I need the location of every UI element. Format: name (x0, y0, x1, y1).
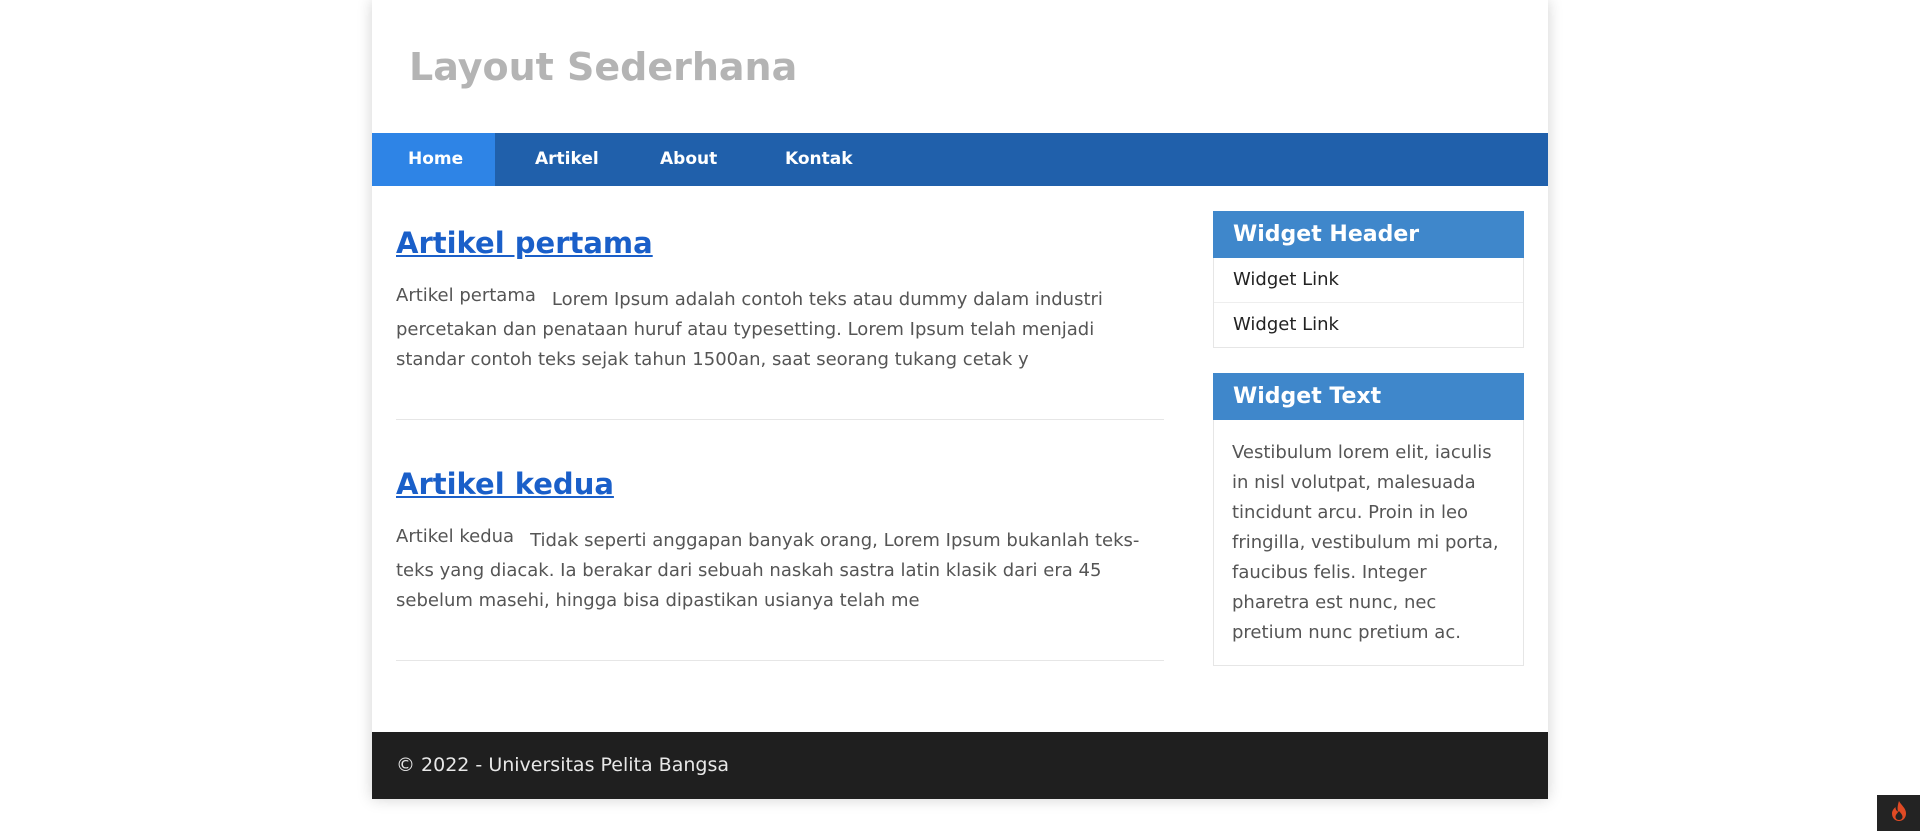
site-footer: © 2022 - Universitas Pelita Bangsa (372, 732, 1548, 799)
article-title: Artikel pertama (396, 225, 653, 261)
page-container: Layout Sederhana Home Artikel About Kont… (372, 0, 1548, 799)
nav-item-artikel[interactable]: Artikel (495, 133, 624, 186)
site-header: Layout Sederhana (372, 0, 1548, 133)
article-entry: Artikel kedua Artikel kedua Tidak seperti… (396, 420, 1164, 661)
article-excerpt: Artikel pertama Lorem Ipsum adalah contoh… (396, 281, 1166, 375)
widget-link[interactable]: Widget Link (1233, 314, 1339, 335)
main-nav: Home Artikel About Kontak (372, 133, 1548, 186)
article-lead: Artikel pertama (396, 285, 536, 306)
widget-header: Widget Text (1213, 373, 1524, 420)
nav-item-kontak[interactable]: Kontak (754, 133, 853, 186)
widget-link-item: Widget Link (1214, 302, 1523, 347)
widget-text: Vestibulum lorem elit, iaculis in nisl v… (1213, 420, 1524, 666)
article-lead: Artikel kedua (396, 526, 515, 547)
nav-item-home[interactable]: Home (372, 133, 495, 186)
widget-link-item: Widget Link (1214, 258, 1523, 302)
article-excerpt: Artikel kedua Tidak seperti anggapan bany… (396, 522, 1166, 616)
widget-link[interactable]: Widget Link (1233, 269, 1339, 290)
widget-link-list: Widget Link Widget Link (1213, 258, 1524, 348)
article-entry: Artikel pertama Artikel pertama Lorem Ips… (396, 186, 1164, 420)
nav-item-about[interactable]: About (624, 133, 754, 186)
main-content: Artikel pertama Artikel pertama Lorem Ips… (396, 186, 1164, 661)
flame-icon (1890, 800, 1908, 826)
sidebar: Widget Header Widget Link Widget Link Wi… (1213, 211, 1524, 666)
article-title-link[interactable]: Artikel pertama (396, 226, 653, 260)
widget-header: Widget Header (1213, 211, 1524, 258)
widget-text-box: Widget Text Vestibulum lorem elit, iacul… (1213, 373, 1524, 666)
footer-copyright: © 2022 - Universitas Pelita Bangsa (396, 754, 729, 776)
article-title-link[interactable]: Artikel kedua (396, 467, 614, 501)
site-title: Layout Sederhana (409, 45, 798, 89)
debug-toolbar-toggle[interactable] (1877, 795, 1920, 831)
widget-links: Widget Header Widget Link Widget Link (1213, 211, 1524, 348)
article-title: Artikel kedua (396, 466, 614, 502)
